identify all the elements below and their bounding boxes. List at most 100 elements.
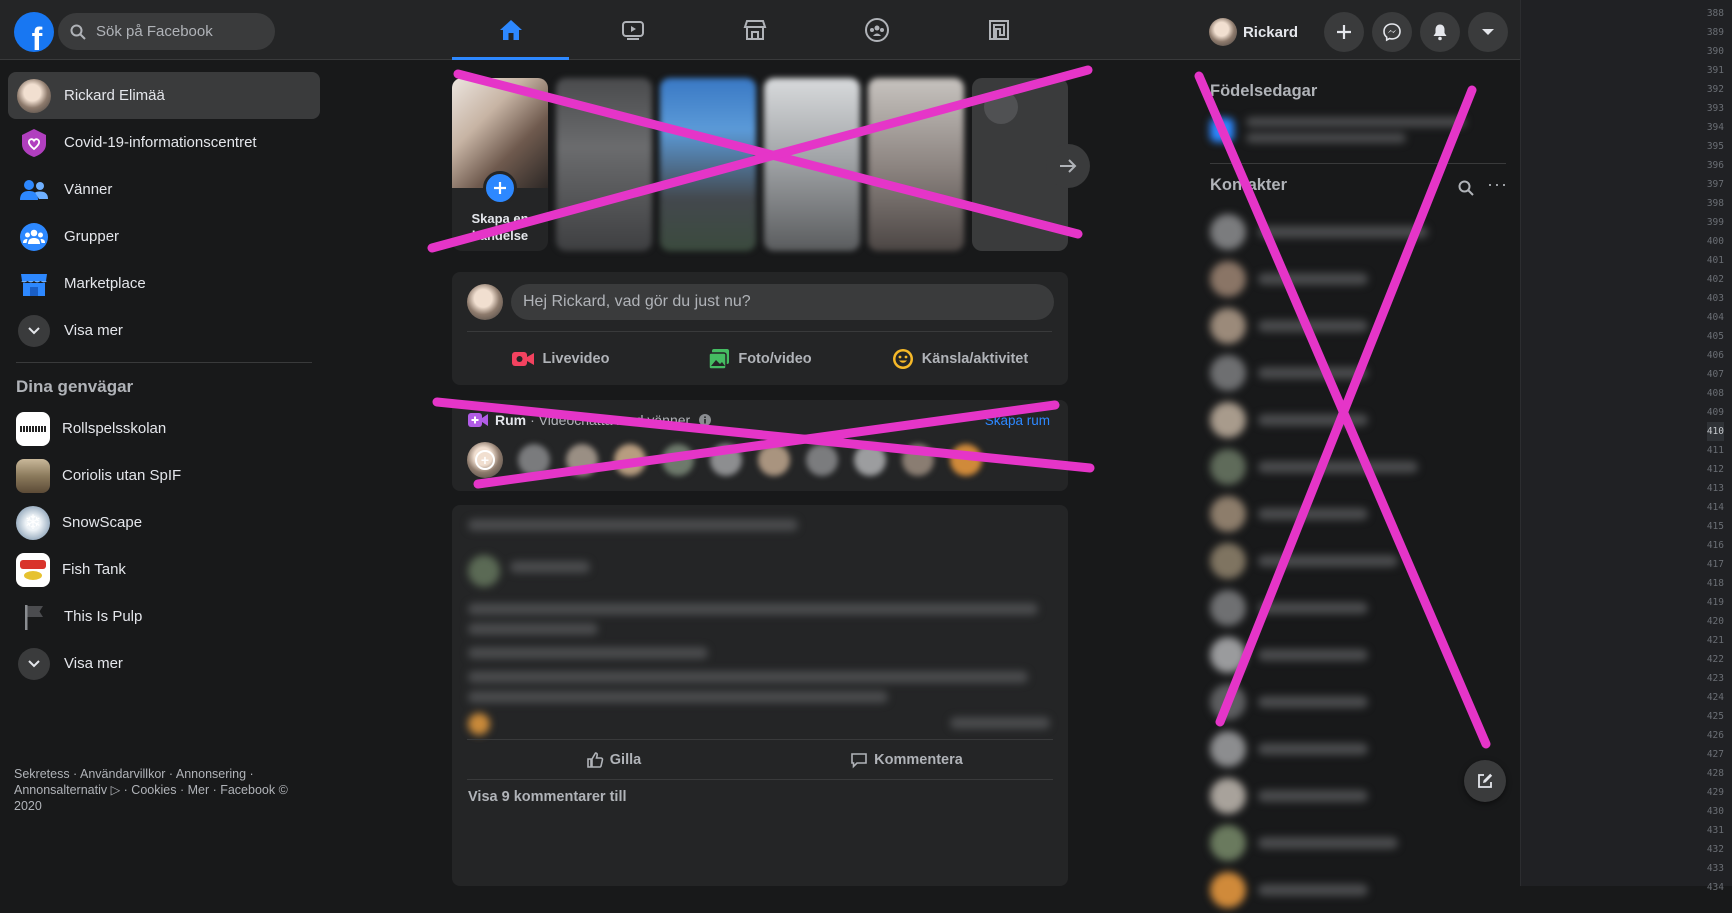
line-number: 421 [1706, 635, 1724, 646]
facebook-logo[interactable]: f [14, 12, 54, 52]
messenger-button[interactable] [1372, 12, 1412, 52]
story-card[interactable] [556, 78, 652, 251]
avatar [1210, 307, 1246, 344]
line-number: 399 [1706, 217, 1724, 228]
line-number-list: 388 389 390 391 392 393 394 395 396 397 398 399 400 4… [1706, 4, 1724, 897]
arrow-right-icon [1060, 159, 1077, 173]
contact-name-blurred [1258, 225, 1428, 238]
rollspelsskolan-thumbnail [16, 411, 50, 446]
caret-down-icon [1482, 29, 1494, 35]
birthdays-content-blurred[interactable] [1210, 113, 1510, 147]
rooms-panel: Rum · Videochatta med vänner Skapa rum + [452, 400, 1068, 491]
contact-item[interactable] [1206, 302, 1506, 349]
stories-next-button[interactable] [1046, 144, 1090, 188]
tab-watch[interactable] [574, 0, 691, 60]
create-room-button[interactable]: + [467, 442, 503, 478]
contact-item[interactable] [1206, 208, 1506, 255]
contact-item[interactable] [1206, 772, 1506, 819]
shortcut-this-is-pulp[interactable]: This Is Pulp [8, 593, 320, 640]
contact-item[interactable] [1206, 537, 1506, 584]
line-number: 397 [1706, 179, 1724, 190]
sidebar-see-more[interactable]: Visa mer [8, 307, 320, 354]
contact-name-blurred [1258, 789, 1368, 802]
main-nav [452, 0, 1062, 60]
photo-video-label: Foto/video [738, 351, 812, 367]
shortcuts-see-more[interactable]: Visa mer [8, 640, 320, 687]
search-input[interactable] [94, 22, 254, 41]
line-number: 392 [1706, 84, 1724, 95]
photo-icon [708, 349, 730, 370]
line-number: 426 [1706, 730, 1724, 741]
tab-gaming[interactable] [940, 0, 1057, 60]
sidebar-item-marketplace[interactable]: Marketplace [8, 260, 320, 307]
story-card[interactable] [764, 78, 860, 251]
bell-icon [1433, 24, 1447, 41]
contact-item[interactable] [1206, 349, 1506, 396]
create-button[interactable] [1324, 12, 1364, 52]
account-menu-button[interactable] [1468, 12, 1508, 52]
search-box[interactable] [58, 13, 275, 50]
contact-item[interactable] [1206, 678, 1506, 725]
contact-name-blurred [1258, 460, 1418, 473]
contact-item[interactable] [1206, 631, 1506, 678]
avatar[interactable] [467, 284, 503, 320]
tab-home[interactable] [452, 0, 569, 60]
shortcut-label: Rollspelsskolan [62, 420, 167, 437]
contact-item[interactable] [1206, 255, 1506, 302]
composer-input[interactable]: Hej Rickard, vad gör du just nu? [511, 284, 1054, 320]
tab-groups[interactable] [818, 0, 935, 60]
sidebar-item-groups[interactable]: Grupper [8, 213, 320, 260]
new-message-button[interactable] [1464, 760, 1506, 802]
sidebar-item-friends[interactable]: Vänner [8, 166, 320, 213]
avatar [1210, 871, 1246, 908]
line-number: 416 [1706, 540, 1724, 551]
feeling-activity-label: Känsla/aktivitet [921, 351, 1029, 367]
contact-item[interactable] [1206, 443, 1506, 490]
avatar [1210, 213, 1246, 250]
friends-icon [16, 172, 52, 208]
avatar [1210, 542, 1246, 579]
gaming-icon [988, 20, 1009, 40]
line-number: 403 [1706, 293, 1724, 304]
contact-item[interactable] [1206, 725, 1506, 772]
shortcuts-title: Dina genvägar [16, 377, 134, 396]
more-options-icon[interactable]: ··· [1487, 174, 1508, 195]
tab-marketplace[interactable] [696, 0, 813, 60]
line-number: 434 [1706, 882, 1724, 893]
line-number: 389 [1706, 27, 1724, 38]
contact-list [1206, 208, 1506, 913]
shortcut-coriolis[interactable]: Coriolis utan SpIF [8, 452, 320, 499]
story-card[interactable] [868, 78, 964, 251]
contact-name-blurred [1258, 742, 1368, 755]
line-number: 412 [1706, 464, 1724, 475]
shortcut-rollspelsskolan[interactable]: Rollspelsskolan [8, 405, 320, 452]
marketplace-icon [16, 266, 52, 302]
profile-chip[interactable]: Rickard [1203, 14, 1304, 50]
marketplace-icon [743, 20, 766, 40]
comment-button[interactable]: Kommentera [760, 743, 1053, 777]
search-icon[interactable] [1458, 180, 1474, 196]
view-more-comments-link[interactable]: Visa 9 kommentarer till [468, 789, 627, 805]
live-video-button[interactable]: Livevideo [460, 339, 660, 379]
shortcut-fish-tank[interactable]: Fish Tank [8, 546, 320, 593]
contact-item[interactable] [1206, 866, 1506, 913]
fish-tank-thumbnail [16, 552, 50, 587]
create-room-link[interactable]: Skapa rum [985, 413, 1050, 428]
footer-links[interactable]: Sekretess · Användarvillkor · Annonserin… [14, 766, 294, 814]
sidebar-item-label: Rickard Elimää [64, 87, 165, 104]
story-card[interactable] [660, 78, 756, 251]
create-event-card[interactable]: Skapa en händelse [452, 78, 548, 251]
contact-item[interactable] [1206, 819, 1506, 866]
contact-item[interactable] [1206, 396, 1506, 443]
notifications-button[interactable] [1420, 12, 1460, 52]
feeling-activity-button[interactable]: Känsla/aktivitet [860, 339, 1060, 379]
shortcut-snowscape[interactable]: ❄ SnowScape [8, 499, 320, 546]
sidebar-item-profile[interactable]: Rickard Elimää [8, 72, 320, 119]
contact-item[interactable] [1206, 584, 1506, 631]
like-button[interactable]: Gilla [467, 743, 760, 777]
photo-video-button[interactable]: Foto/video [660, 339, 860, 379]
create-event-label: Skapa en händelse [452, 210, 548, 244]
info-icon[interactable] [698, 413, 712, 427]
contact-item[interactable] [1206, 490, 1506, 537]
sidebar-item-covid[interactable]: Covid-19-informationscentret [8, 119, 320, 166]
